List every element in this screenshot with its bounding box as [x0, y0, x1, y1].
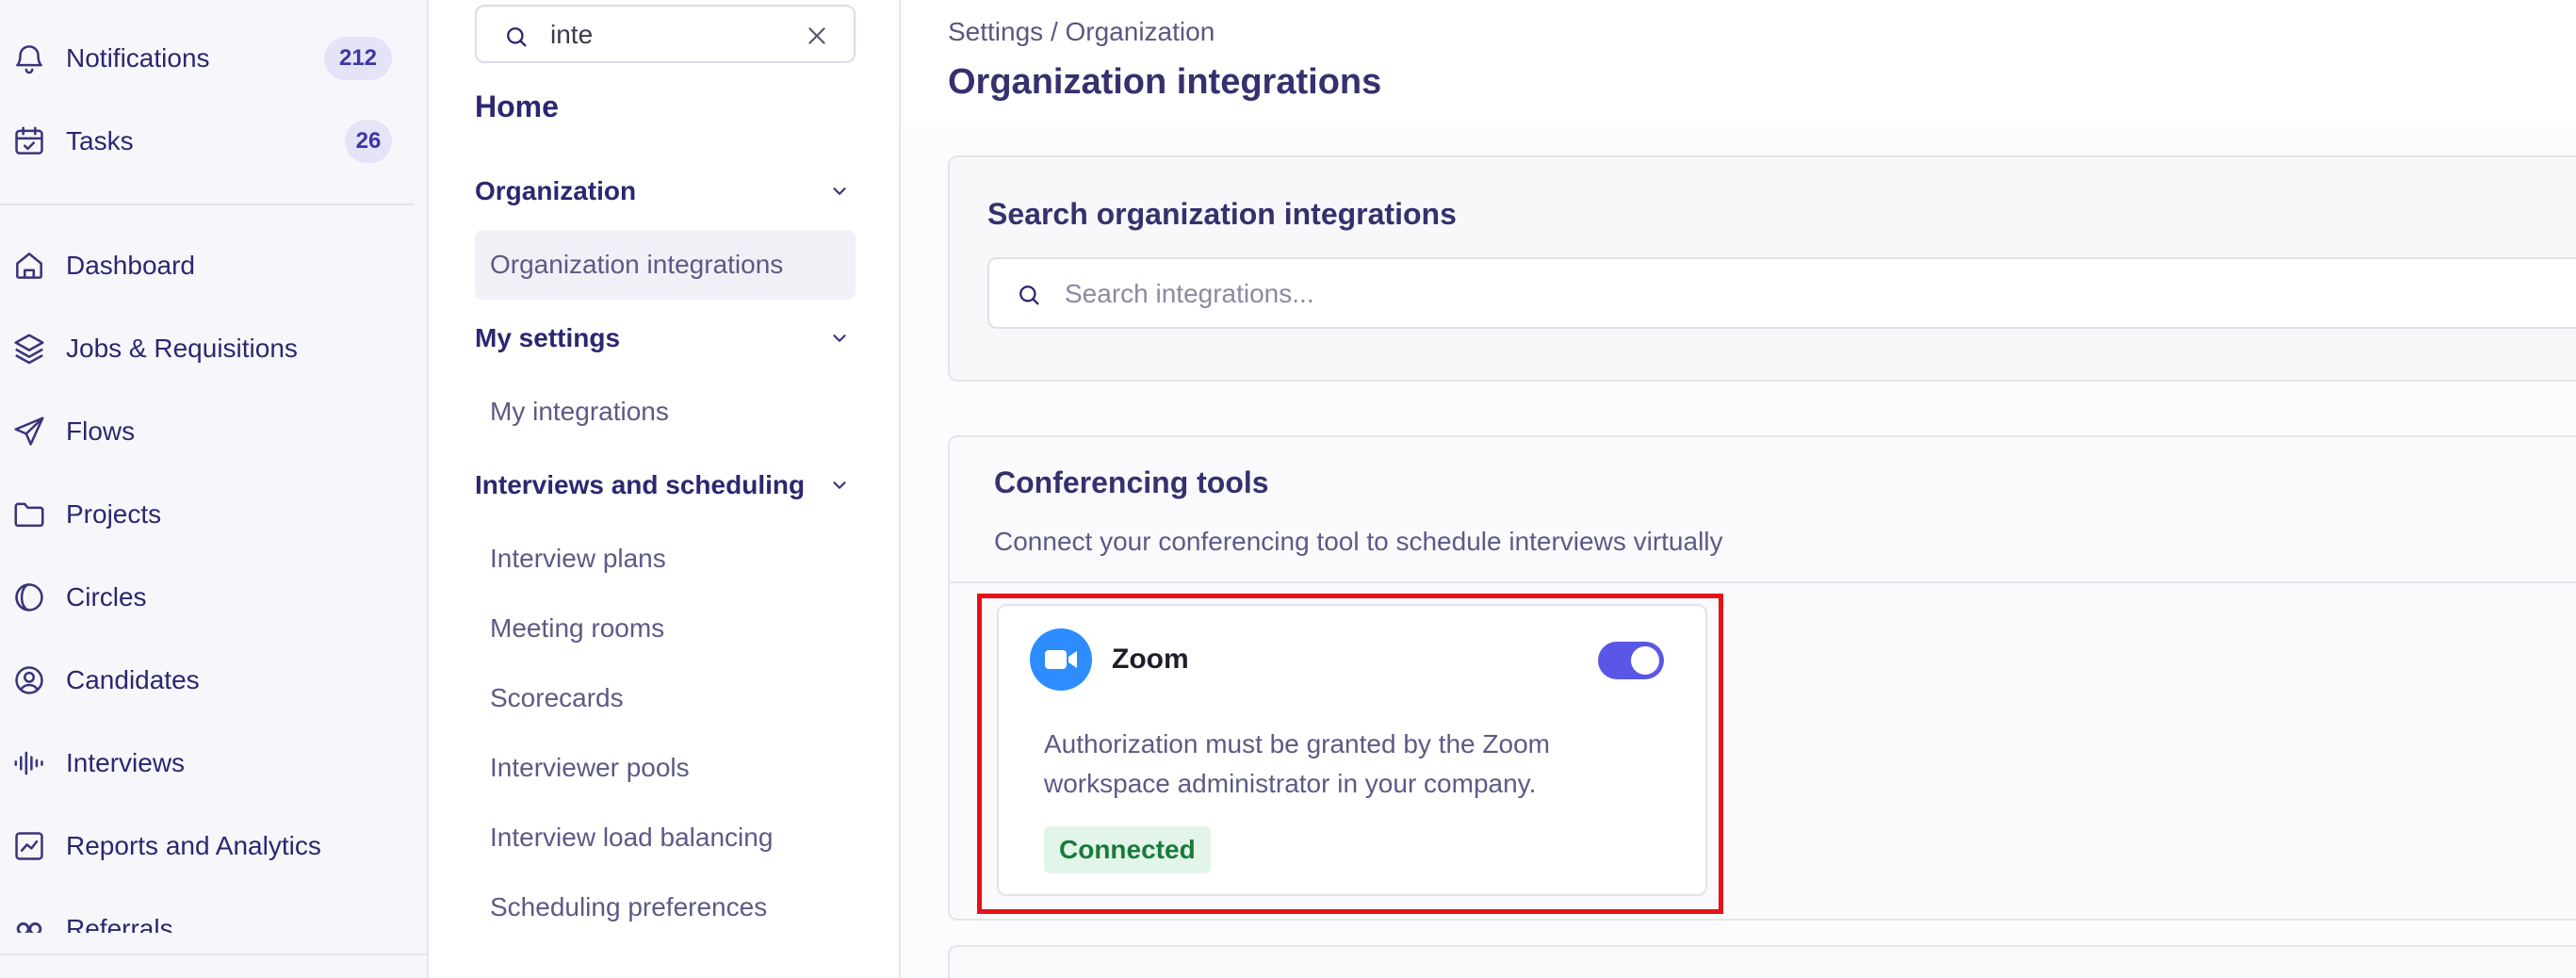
nav-item-referrals[interactable]: Referrals [0, 899, 429, 933]
nav-label: Referrals [66, 914, 173, 933]
integration-search-input[interactable] [1065, 274, 2007, 314]
send-icon [11, 414, 47, 449]
integration-name: Zoom [1112, 644, 1189, 675]
nav-label: Reports and Analytics [66, 831, 321, 860]
next-section-card [948, 945, 2576, 978]
settings-home-link[interactable]: Home [475, 90, 559, 124]
search-section-title: Search organization integrations [987, 197, 1457, 231]
nav-label: Interviews [66, 748, 186, 777]
toggle-knob [1631, 646, 1659, 675]
settings-item-label: Interviewer pools [490, 753, 690, 782]
settings-item-organization-integrations[interactable]: Organization integrations [475, 230, 856, 300]
user-circle-icon [11, 662, 47, 698]
nav-item-notifications[interactable]: Notifications 212 [0, 28, 429, 89]
settings-group-label: My settings [475, 323, 621, 352]
integration-description: Authorization must be granted by the Zoo… [1044, 729, 1550, 798]
nav-label: Tasks [66, 126, 134, 155]
notification-count-badge: 212 [324, 37, 392, 80]
nav-label: Circles [66, 582, 147, 611]
integration-search-box [987, 257, 2576, 329]
settings-item-scheduling-preferences[interactable]: Scheduling preferences [475, 872, 856, 942]
section-title: Conferencing tools [994, 465, 1269, 499]
calendar-check-icon [11, 123, 47, 159]
settings-item-label: Scorecards [490, 683, 624, 712]
nav-label: Notifications [66, 43, 210, 73]
settings-search-box [475, 5, 856, 63]
nav-divider [0, 204, 415, 205]
chevron-down-icon [829, 475, 850, 496]
settings-item-label: My integrations [490, 397, 669, 426]
bell-icon [11, 41, 47, 76]
settings-group-organization[interactable]: Organization [475, 168, 856, 215]
layers-icon [11, 331, 47, 367]
nav-label: Dashboard [66, 251, 195, 280]
nav-bottom-divider [0, 954, 429, 955]
nav-item-projects[interactable]: Projects [0, 484, 429, 545]
section-description: Connect your conferencing tool to schedu… [994, 527, 1723, 556]
nav-item-reports[interactable]: Reports and Analytics [0, 816, 429, 876]
nav-item-tasks[interactable]: Tasks 26 [0, 111, 429, 171]
home-icon [11, 248, 47, 284]
page-title: Organization integrations [948, 62, 1382, 102]
settings-sidebar: Home Organization Organization integrati… [430, 0, 901, 978]
settings-group-label: Organization [475, 176, 637, 205]
nav-label: Flows [66, 416, 136, 446]
settings-item-scorecards[interactable]: Scorecards [475, 663, 856, 733]
settings-group-interviews-scheduling[interactable]: Interviews and scheduling [475, 462, 856, 509]
primary-nav: Notifications 212 Tasks 26 Dashboard Job… [0, 0, 429, 978]
search-icon [1016, 282, 1042, 308]
nav-item-circles[interactable]: Circles [0, 567, 429, 628]
chevron-down-icon [829, 328, 850, 349]
settings-item-interview-plans[interactable]: Interview plans [475, 524, 856, 594]
zoom-enable-toggle[interactable] [1598, 642, 1664, 679]
settings-item-label: Meeting rooms [490, 613, 665, 643]
settings-group-my-settings[interactable]: My settings [475, 315, 856, 362]
folder-icon [11, 497, 47, 532]
settings-item-meeting-rooms[interactable]: Meeting rooms [475, 594, 856, 663]
settings-item-interviewer-pools[interactable]: Interviewer pools [475, 733, 856, 803]
nav-item-jobs[interactable]: Jobs & Requisitions [0, 318, 429, 379]
breadcrumb: Settings / Organization [948, 17, 1215, 46]
nav-label: Candidates [66, 665, 200, 694]
nav-item-dashboard[interactable]: Dashboard [0, 236, 429, 296]
settings-search-input[interactable] [550, 16, 795, 54]
audio-wave-icon [11, 745, 47, 781]
nav-item-candidates[interactable]: Candidates [0, 650, 429, 710]
settings-group-label: Interviews and scheduling [475, 470, 806, 499]
chevron-down-icon [829, 181, 850, 202]
settings-item-interview-load-balancing[interactable]: Interview load balancing [475, 803, 856, 872]
settings-item-label: Interview plans [490, 544, 666, 573]
close-icon[interactable] [805, 24, 829, 48]
settings-item-label: Organization integrations [490, 250, 784, 279]
settings-item-label: Scheduling preferences [490, 892, 768, 921]
nav-item-flows[interactable]: Flows [0, 401, 429, 462]
nav-item-interviews[interactable]: Interviews [0, 733, 429, 793]
settings-item-my-integrations[interactable]: My integrations [475, 377, 856, 447]
section-divider [950, 581, 2576, 583]
status-badge: Connected [1044, 826, 1211, 873]
chart-icon [11, 828, 47, 864]
referral-icon [11, 911, 47, 933]
zoom-logo-icon [1030, 628, 1092, 691]
circles-icon [11, 579, 47, 615]
nav-label: Jobs & Requisitions [66, 334, 298, 363]
search-icon [503, 24, 530, 50]
nav-label: Projects [66, 499, 162, 529]
zoom-integration-card: Zoom Authorization must be granted by th… [997, 604, 1707, 896]
search-integrations-card: Search organization integrations [948, 155, 2576, 382]
nav-list: Dashboard Jobs & Requisitions Flows Proj… [0, 236, 429, 933]
task-count-badge: 26 [345, 120, 392, 163]
settings-item-label: Interview load balancing [490, 823, 774, 852]
